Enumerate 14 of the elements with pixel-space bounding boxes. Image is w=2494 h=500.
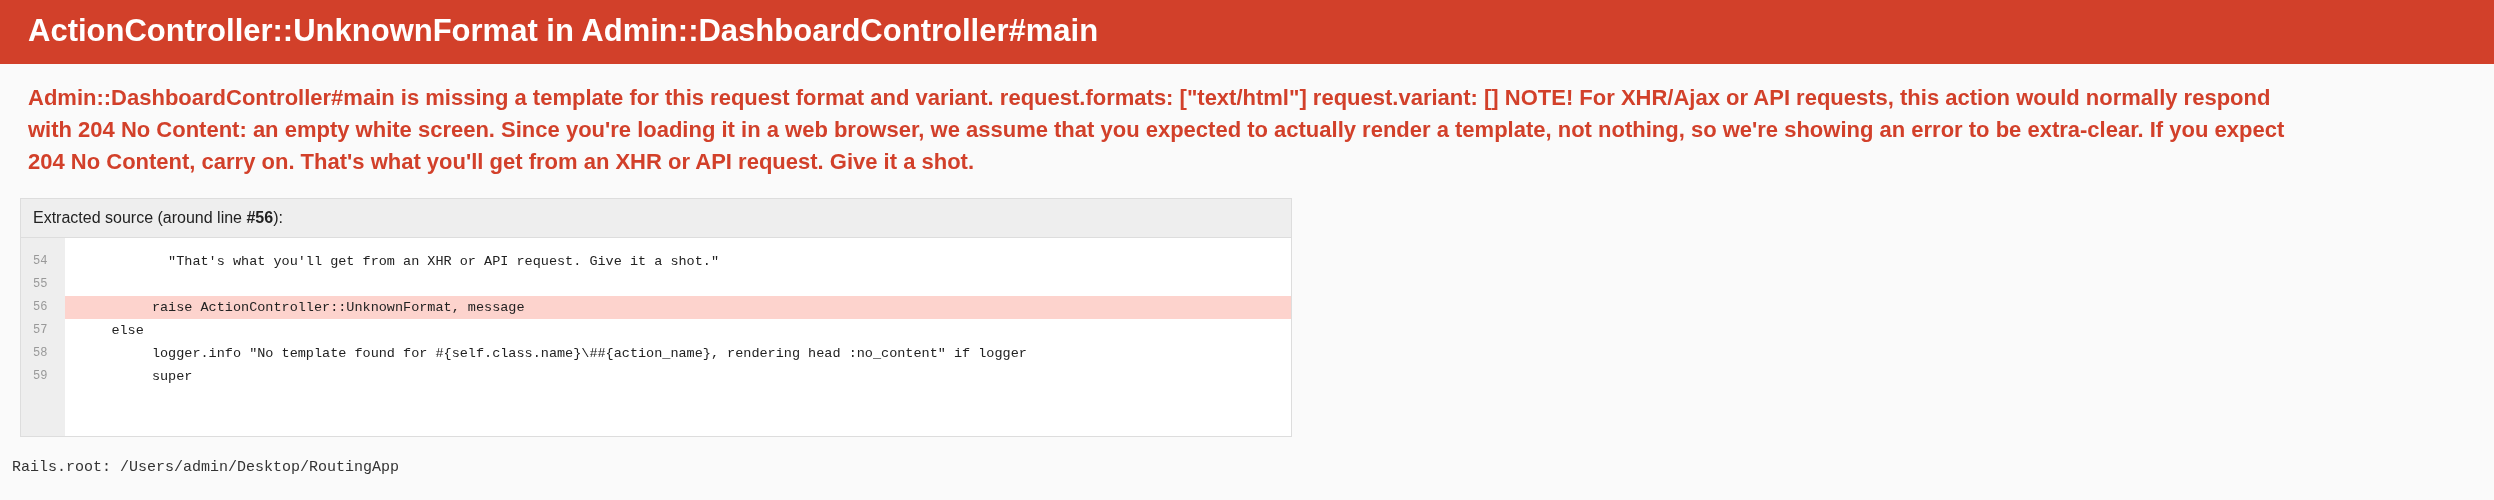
line-number: 55 <box>32 276 49 293</box>
line-number: 58 <box>32 345 49 362</box>
code-line: super <box>150 368 194 386</box>
rails-root-path: Rails.root: /Users/admin/Desktop/RoutingApp <box>12 459 401 476</box>
line-number: 57 <box>32 322 49 339</box>
line-number: 54 <box>32 253 49 270</box>
error-title: ActionController::UnknownFormat in Admin::DashboardController#main <box>28 12 1100 50</box>
line-number: 59 <box>32 368 49 385</box>
code-line: logger.info "No template found for #{self.class.name}\##{action_name}, rendering head :no_content" if logger <box>150 345 1028 363</box>
code-line: else <box>110 322 145 340</box>
error-message: Admin::DashboardController#main is missing a template for this request format and variant. request.formats: ["text/html"] request.variant: [] NOTE! For XHR/Ajax or API requests, this action would normally respond with 204 No Content: an empty white screen. Since you're loading it in a web browser, we assume that you expected to actually render a template, not nothing, so we're showing an error to be extra-clear. If you expect 204 No Content, carry on. That's what you'll get from an XHR or API request. Give it a shot. <box>28 84 2286 176</box>
source-caption: Extracted source (around line #56): <box>21 199 1291 238</box>
code-line: "That's what you'll get from an XHR or API request. Give it a shot." <box>167 253 720 271</box>
line-number: 56 <box>32 299 49 316</box>
